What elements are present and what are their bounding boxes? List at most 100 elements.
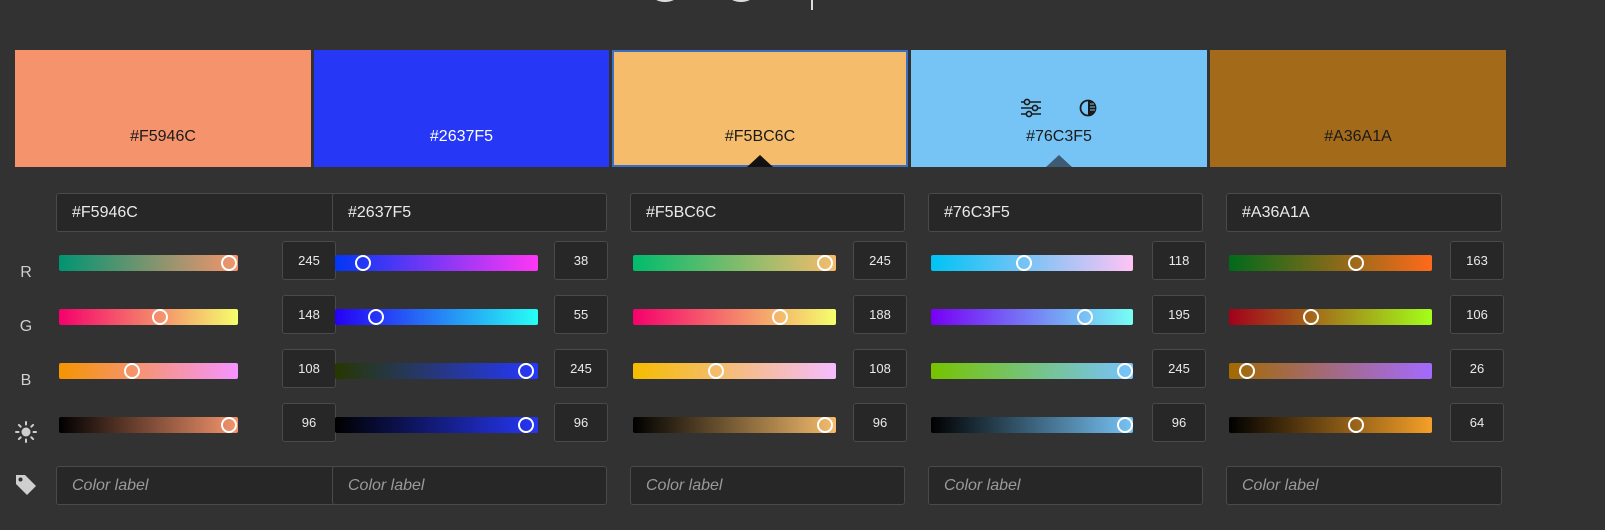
red-slider[interactable]	[931, 255, 1133, 271]
green-slider[interactable]	[1229, 309, 1432, 325]
blue-slider[interactable]	[59, 363, 238, 379]
brightness-slider[interactable]	[1229, 417, 1432, 433]
green-slider-thumb[interactable]	[152, 309, 168, 325]
blue-slider-row: 108	[630, 349, 907, 388]
hex-input[interactable]: #F5BC6C	[630, 193, 905, 232]
partial-glyph	[724, 0, 758, 2]
blue-value-input[interactable]: 245	[554, 349, 608, 388]
green-slider-thumb[interactable]	[1077, 309, 1093, 325]
brightness-slider-thumb[interactable]	[1117, 417, 1133, 433]
hex-input[interactable]: #A36A1A	[1226, 193, 1502, 232]
brightness-slider-row: 96	[56, 403, 336, 442]
color-column-3: #F5BC6C 245 188 108 96 Color label	[630, 193, 907, 513]
red-value-input[interactable]: 163	[1450, 241, 1504, 280]
red-slider[interactable]	[59, 255, 238, 271]
red-slider-row: 245	[56, 241, 336, 280]
green-slider[interactable]	[633, 309, 836, 325]
swatch-1[interactable]: #F5946C	[15, 50, 311, 167]
blue-slider-thumb[interactable]	[518, 363, 534, 379]
selected-marker-icon	[1046, 155, 1072, 167]
red-value-input[interactable]: 118	[1152, 241, 1206, 280]
red-slider-thumb[interactable]	[817, 255, 833, 271]
blue-slider-row: 245	[332, 349, 608, 388]
swatch-4[interactable]: #76C3F5	[911, 50, 1207, 167]
hex-input[interactable]: #76C3F5	[928, 193, 1203, 232]
color-column-1: #F5946C 245 148 108 96 Color label	[56, 193, 336, 513]
blue-value-input[interactable]: 245	[1152, 349, 1206, 388]
green-value-input[interactable]: 55	[554, 295, 608, 334]
red-slider-thumb[interactable]	[1016, 255, 1032, 271]
green-value-input[interactable]: 188	[853, 295, 907, 334]
blue-slider[interactable]	[633, 363, 836, 379]
color-label-input[interactable]: Color label	[56, 466, 336, 505]
green-slider-thumb[interactable]	[1303, 309, 1319, 325]
red-slider-thumb[interactable]	[1348, 255, 1364, 271]
blue-slider-thumb[interactable]	[708, 363, 724, 379]
red-slider[interactable]	[1229, 255, 1432, 271]
brightness-value-input[interactable]: 96	[1152, 403, 1206, 442]
green-value-input[interactable]: 195	[1152, 295, 1206, 334]
color-column-5: #A36A1A 163 106 26 64 Color label	[1226, 193, 1504, 513]
swatch-5[interactable]: #A36A1A	[1210, 50, 1506, 167]
brightness-slider-thumb[interactable]	[221, 417, 237, 433]
color-label-input[interactable]: Color label	[630, 466, 905, 505]
blue-slider-row: 245	[928, 349, 1206, 388]
brightness-slider-thumb[interactable]	[518, 417, 534, 433]
swatch-hex: #2637F5	[429, 128, 494, 145]
brightness-value-input[interactable]: 64	[1450, 403, 1504, 442]
base-color-marker-icon	[747, 155, 773, 167]
brightness-slider[interactable]	[931, 417, 1133, 433]
green-row-label: G	[19, 318, 33, 335]
blue-value-input[interactable]: 108	[853, 349, 907, 388]
red-slider-row: 118	[928, 241, 1206, 280]
brightness-slider-row: 96	[928, 403, 1206, 442]
blue-slider-row: 26	[1226, 349, 1504, 388]
green-slider-thumb[interactable]	[772, 309, 788, 325]
brightness-slider-thumb[interactable]	[1348, 417, 1364, 433]
blue-slider-thumb[interactable]	[124, 363, 140, 379]
blue-value-input[interactable]: 26	[1450, 349, 1504, 388]
brightness-slider[interactable]	[59, 417, 238, 433]
swatch-2[interactable]: #2637F5	[314, 50, 609, 167]
red-value-input[interactable]: 38	[554, 241, 608, 280]
swatch-3-base[interactable]: #F5BC6C	[612, 50, 908, 167]
top-partial-glyphs	[640, 0, 813, 10]
green-value-input[interactable]: 106	[1450, 295, 1504, 334]
sliders-icon[interactable]	[1020, 98, 1042, 118]
red-slider-thumb[interactable]	[355, 255, 371, 271]
green-slider-row: 106	[1226, 295, 1504, 334]
green-slider[interactable]	[59, 309, 238, 325]
red-value-input[interactable]: 245	[282, 241, 336, 280]
color-column-4: #76C3F5 118 195 245 96 Color label	[928, 193, 1206, 513]
brightness-value-input[interactable]: 96	[282, 403, 336, 442]
green-slider[interactable]	[931, 309, 1133, 325]
brightness-slider[interactable]	[633, 417, 836, 433]
blue-slider-thumb[interactable]	[1117, 363, 1133, 379]
swatch-hex: #F5BC6C	[724, 128, 796, 145]
color-label-input[interactable]: Color label	[332, 466, 607, 505]
hex-input[interactable]: #2637F5	[332, 193, 607, 232]
green-slider-row: 188	[630, 295, 907, 334]
color-label-input[interactable]: Color label	[1226, 466, 1502, 505]
blue-slider[interactable]	[335, 363, 538, 379]
brightness-slider[interactable]	[335, 417, 538, 433]
brightness-value-input[interactable]: 96	[853, 403, 907, 442]
brightness-slider-thumb[interactable]	[817, 417, 833, 433]
red-slider[interactable]	[633, 255, 836, 271]
contrast-icon[interactable]	[1078, 98, 1098, 118]
red-slider-thumb[interactable]	[221, 255, 237, 271]
green-value-input[interactable]: 148	[282, 295, 336, 334]
green-slider-row: 148	[56, 295, 336, 334]
blue-slider[interactable]	[931, 363, 1133, 379]
brightness-value-input[interactable]: 96	[554, 403, 608, 442]
brightness-slider-row: 64	[1226, 403, 1504, 442]
blue-slider-thumb[interactable]	[1239, 363, 1255, 379]
blue-value-input[interactable]: 108	[282, 349, 336, 388]
green-slider-thumb[interactable]	[368, 309, 384, 325]
blue-slider[interactable]	[1229, 363, 1432, 379]
red-value-input[interactable]: 245	[853, 241, 907, 280]
color-label-input[interactable]: Color label	[928, 466, 1203, 505]
red-slider-row: 38	[332, 241, 608, 280]
green-slider[interactable]	[335, 309, 538, 325]
hex-input[interactable]: #F5946C	[56, 193, 336, 232]
